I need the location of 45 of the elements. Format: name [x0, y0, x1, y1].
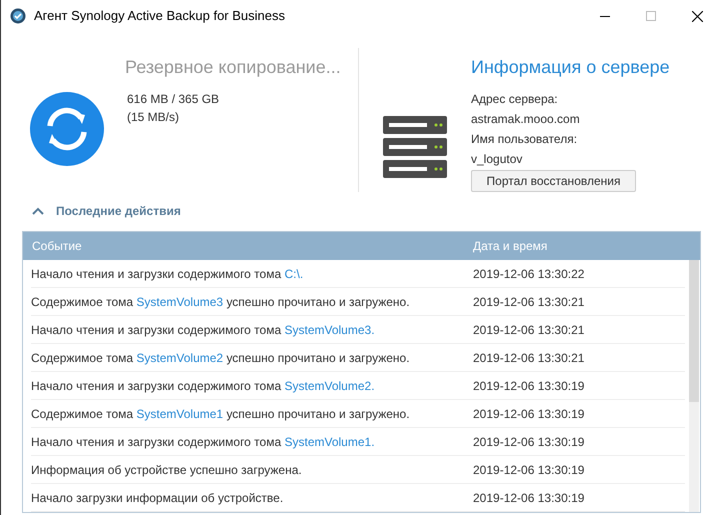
- column-header: Событие: [32, 238, 83, 255]
- event-cell-text: Начало чтения и загрузки содержимого тома SystemVolume1.: [31, 434, 376, 450]
- column-header: Дата и время: [473, 238, 548, 255]
- time-cell-text: 2019-12-06 13:30:19: [473, 406, 584, 422]
- window-title: Агент Synology Active Backup for Business: [34, 7, 285, 26]
- volume-link[interactable]: SystemVolume3.: [284, 322, 375, 336]
- volume-link[interactable]: C:\.: [284, 266, 304, 280]
- time-cell-text: 2019-12-06 13:30:19: [473, 434, 584, 450]
- transferred-size: 616 MB / 365 GB: [127, 91, 220, 108]
- time-cell-text: 2019-12-06 13:30:22: [473, 266, 584, 282]
- maximize-icon: [646, 11, 656, 21]
- event-cell-text: Информация об устройстве успешно загружена.: [31, 462, 303, 478]
- time-cell-text: 2019-12-06 13:30:19: [473, 378, 584, 394]
- scrollbar-thumb[interactable]: [689, 260, 699, 402]
- username-label: Имя пользователя:: [471, 131, 578, 148]
- backup-status: Резервное копирование...: [125, 56, 341, 79]
- close-icon: [692, 10, 702, 22]
- app-icon: [10, 8, 26, 24]
- time-cell-text: 2019-12-06 13:30:21: [473, 322, 584, 338]
- time-cell-text: 2019-12-06 13:30:19: [473, 490, 584, 506]
- sync-icon: [30, 92, 104, 166]
- time-cell-text: 2019-12-06 13:30:19: [473, 462, 584, 478]
- recent-activity-toggle[interactable]: Последние действия: [32, 200, 181, 221]
- restore-portal-button[interactable]: Портал восстановления: [471, 170, 636, 192]
- username: v_logutov: [471, 151, 524, 168]
- event-cell-text: Начало чтения и загрузки содержимого тома SystemVolume3.: [31, 322, 376, 338]
- event-cell-text: Начало загрузки информации об устройстве.: [31, 490, 284, 506]
- time-cell-text: 2019-12-06 13:30:21: [473, 350, 584, 366]
- server-info-title: Информация о сервере: [471, 56, 670, 79]
- volume-link[interactable]: SystemVolume3: [136, 294, 224, 308]
- volume-link[interactable]: SystemVolume1.: [284, 434, 375, 448]
- volume-link[interactable]: SystemVolume2.: [284, 378, 375, 392]
- chevron-icon: [32, 206, 44, 214]
- event-cell-text: Содержимое тома SystemVolume3 успешно прочитано и загружено.: [31, 294, 411, 310]
- volume-link[interactable]: SystemVolume2: [136, 350, 224, 364]
- event-cell-text: Содержимое тома SystemVolume2 успешно прочитано и загружено.: [31, 350, 411, 366]
- event-cell-text: Содержимое тома SystemVolume1 успешно прочитано и загружено.: [31, 406, 411, 422]
- time-cell-text: 2019-12-06 13:30:21: [473, 294, 584, 310]
- server-icon: [383, 116, 447, 180]
- backup-speed: (15 MB/s): [127, 109, 180, 126]
- event-cell-text: Начало чтения и загрузки содержимого тома C:\.: [31, 266, 304, 282]
- server-address-label: Адрес сервера:: [471, 91, 559, 108]
- server-address: astramak.mooo.com: [471, 111, 581, 128]
- volume-link[interactable]: SystemVolume1: [136, 406, 224, 420]
- event-cell-text: Начало чтения и загрузки содержимого тома SystemVolume2.: [31, 378, 376, 394]
